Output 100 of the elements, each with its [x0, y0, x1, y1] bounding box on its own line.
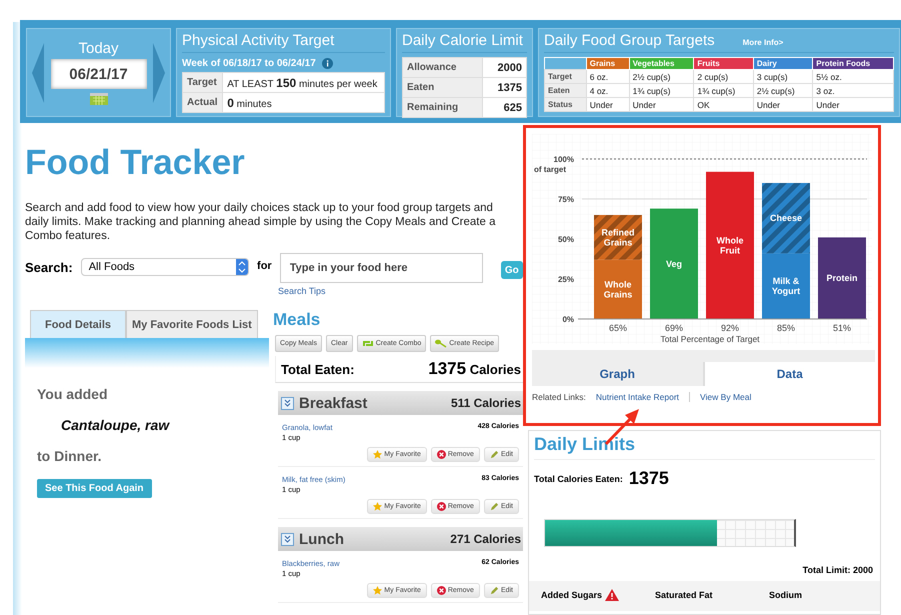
axis-tick-label: 75%: [558, 195, 574, 204]
column-header: Vegetables: [629, 58, 694, 70]
warning-icon: [605, 589, 620, 601]
total-calories-value: 1375: [628, 468, 669, 489]
food-search-field[interactable]: Type in your food here: [280, 253, 483, 283]
row-label: Allowance: [402, 58, 482, 78]
bar-label: Whole Fruit: [716, 235, 744, 256]
axis-tick-label: 0%: [562, 315, 574, 324]
row-label: Target: [544, 70, 586, 84]
axis-tick-label: 50%: [558, 235, 574, 244]
for-label: for: [257, 260, 272, 272]
chart-tab[interactable]: Data: [702, 362, 875, 386]
week-range: Week of 06/18/17 to 06/24/17: [182, 58, 316, 69]
axis-tick-label: 100%: [554, 155, 574, 164]
bar-value-label: 69%: [665, 323, 683, 333]
related-link[interactable]: View By Meal: [700, 392, 752, 402]
table-cell: 2½ cup(s): [753, 84, 813, 98]
added-message: to Dinner.: [37, 448, 103, 464]
table-cell: 625: [482, 98, 526, 118]
table-cell: 1375: [482, 78, 526, 98]
table-cell: AT LEAST 150 minutes per week: [222, 72, 384, 92]
dropdown-arrows-icon: [236, 259, 248, 275]
total-limit: Total Limit: 2000: [802, 565, 874, 575]
remove-icon: [436, 502, 446, 511]
section-title: Daily Limits: [534, 434, 875, 460]
row-label: Eaten: [402, 78, 482, 98]
star-icon: [373, 586, 382, 595]
bar-label: Cheese: [770, 213, 802, 224]
pencil-icon: [490, 450, 499, 459]
category-dropdown[interactable]: All Foods: [80, 258, 250, 276]
table-cell: 2 cup(s): [694, 70, 754, 84]
column-header: Protein Foods: [812, 58, 894, 70]
axis-label: Total Percentage of Target: [660, 334, 760, 344]
meal-name: Lunch: [299, 530, 344, 548]
row-label: Target: [182, 72, 223, 92]
added-message: You added: [37, 386, 109, 402]
row-label: Remaining: [402, 98, 482, 118]
table-cell: Under: [629, 98, 694, 112]
bar-label: Milk & Yogurt: [772, 276, 800, 296]
row-label: Eaten: [544, 84, 586, 98]
tab[interactable]: My Favorite Foods List: [126, 310, 258, 338]
panel-title: Physical Activity Target: [182, 32, 334, 49]
nutrient-name: Saturated Fat: [655, 590, 713, 600]
table-cell: Under: [586, 98, 630, 112]
bar-value-label: 51%: [833, 323, 851, 333]
meal-calories: 271 Calories: [450, 532, 521, 546]
bar-label: Whole Grains: [604, 279, 632, 300]
bar-value-label: 92%: [721, 323, 739, 333]
date-field[interactable]: 06/21/17: [50, 59, 146, 89]
bar-value-label: 65%: [609, 323, 627, 333]
nutrient-name: Sodium: [769, 590, 802, 600]
table-cell: 5½ oz.: [812, 70, 894, 84]
nutrient-name: Added Sugars: [541, 590, 602, 600]
info-icon[interactable]: [322, 58, 333, 69]
tab[interactable]: Food Details: [30, 310, 126, 338]
bar-value-label: 85%: [777, 323, 795, 333]
spoon-icon: [435, 339, 448, 348]
search-label: Search:: [25, 260, 73, 275]
remove-icon: [436, 586, 446, 595]
page-title: Food Tracker: [25, 143, 246, 183]
pencil-icon: [490, 586, 499, 595]
table-cell: 3 oz.: [812, 84, 894, 98]
table-cell: 0 minutes: [222, 92, 384, 112]
table-cell: 4 oz.: [586, 84, 630, 98]
bar-label: Refined Grains: [602, 227, 634, 248]
collapse-icon[interactable]: [281, 532, 294, 546]
food-name: Cantaloupe, raw: [60, 417, 171, 433]
table-cell: 1¾ cup(s): [629, 84, 694, 98]
bar-label: Protein: [826, 273, 858, 284]
star-icon: [373, 450, 382, 459]
related-link[interactable]: Nutrient Intake Report: [596, 392, 680, 402]
collapse-icon[interactable]: [281, 396, 294, 410]
axis-tick-label: 25%: [558, 275, 574, 284]
total-calories-label: Total Calories Eaten:: [534, 474, 623, 484]
bar-label: Veg: [666, 258, 682, 269]
table-cell: Under: [812, 98, 894, 112]
remove-icon: [436, 450, 446, 459]
star-icon: [373, 502, 382, 511]
cycle-arrows-icon: [362, 339, 374, 348]
row-label: Actual: [182, 92, 223, 112]
column-header: Grains: [586, 58, 630, 70]
today-label: Today: [78, 40, 119, 57]
table-cell: 3 cup(s): [753, 70, 813, 84]
panel-title: Daily Food Group Targets: [544, 32, 715, 49]
panel-title: Daily Calorie Limit: [402, 32, 523, 49]
total-eaten-label: Total Eaten:: [281, 362, 354, 377]
column-header: Fruits: [694, 58, 754, 70]
related-links-label: Related Links:: [532, 392, 586, 402]
total-calories: 1375 Calories: [428, 359, 521, 379]
axis-label: of target: [534, 165, 566, 174]
table-cell: 2000: [482, 58, 526, 78]
search-tips-link[interactable]: Search Tips: [278, 286, 523, 296]
table-cell: 6 oz.: [586, 70, 630, 84]
table-cell: 1¾ cup(s): [694, 84, 754, 98]
table-cell: 2½ cup(s): [629, 70, 694, 84]
table-cell: Under: [753, 98, 813, 112]
intro-text: Search and add food to view how your daily choices stack up to your food group targets and daily limits. Make tracking and planning ahead simple by using the Copy Meals and Create a Combo features.: [25, 201, 496, 243]
meals-title: Meals: [273, 310, 322, 330]
column-header: Dairy: [753, 58, 813, 70]
meal-calories: 511 Calories: [450, 396, 521, 410]
